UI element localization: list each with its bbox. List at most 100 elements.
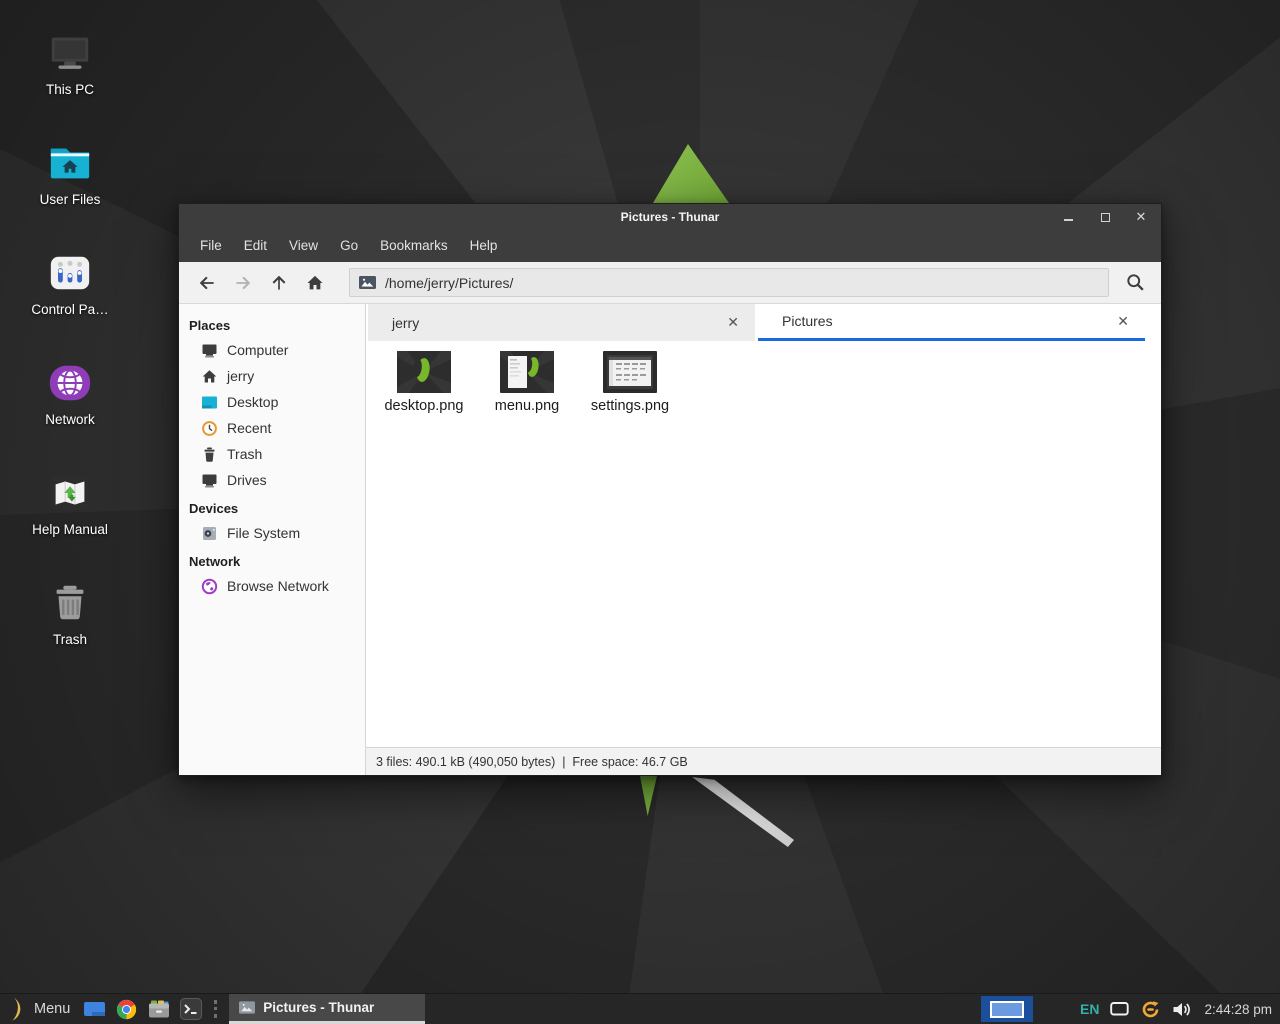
desktop-icon-column: This PC User Files Control Pa… Network H…: [14, 22, 126, 682]
desktop-icon-label: User Files: [40, 192, 101, 207]
image-icon: [239, 1001, 255, 1014]
control-panel-icon: [47, 250, 93, 296]
sidebar-header-places: Places: [189, 318, 365, 333]
sidebar-item-desktop[interactable]: Desktop: [179, 389, 365, 415]
file-manager-icon[interactable]: [147, 998, 171, 1020]
drives-icon: [201, 472, 218, 489]
file-name: menu.png: [477, 398, 577, 414]
menu-view[interactable]: View: [278, 229, 329, 262]
home-button[interactable]: [297, 267, 333, 299]
globe-icon: [201, 578, 218, 595]
desktop-icon-label: This PC: [46, 82, 94, 97]
statusbar: 3 files: 490.1 kB (490,050 bytes) | Free…: [366, 747, 1161, 775]
taskbar-handle[interactable]: [214, 1000, 217, 1018]
help-manual-icon: [47, 470, 93, 516]
menu-bookmarks[interactable]: Bookmarks: [369, 229, 459, 262]
desktop-icon-label: Control Pa…: [31, 302, 108, 317]
menu-go[interactable]: Go: [329, 229, 369, 262]
file-name: desktop.png: [374, 398, 474, 414]
sidebar-item-label: jerry: [227, 368, 254, 384]
path-text: /home/jerry/Pictures/: [385, 275, 513, 291]
back-button[interactable]: [189, 267, 225, 299]
close-button[interactable]: ✕: [1135, 211, 1147, 223]
sidebar-header-devices: Devices: [189, 501, 365, 516]
maximize-button[interactable]: [1099, 211, 1111, 223]
desktop-png-thumbnail: [397, 351, 451, 393]
taskbar-window-label: Pictures - Thunar: [263, 1000, 374, 1015]
desktop-icon-user-files[interactable]: User Files: [14, 132, 126, 242]
file-list: desktop.png menu.png: [366, 341, 1161, 747]
sidebar-item-browse-network[interactable]: Browse Network: [179, 573, 365, 599]
file-settings-png[interactable]: settings.png: [580, 351, 680, 414]
terminal-icon[interactable]: [180, 998, 202, 1020]
minimize-button[interactable]: [1063, 211, 1075, 223]
menu-edit[interactable]: Edit: [233, 229, 278, 262]
tab-jerry[interactable]: jerry ✕: [368, 304, 755, 341]
tab-label: Pictures: [782, 313, 1113, 329]
taskbar: Menu Pictures - Thunar EN: [0, 993, 1280, 1024]
sidebar-header-network: Network: [189, 554, 365, 569]
volume-icon[interactable]: [1172, 1001, 1191, 1018]
menu-png-thumbnail: [500, 351, 554, 393]
status-text: 3 files: 490.1 kB (490,050 bytes) | Free…: [376, 755, 688, 769]
file-menu-png[interactable]: menu.png: [477, 351, 577, 414]
search-icon: [1125, 272, 1146, 293]
menu-button[interactable]: [7, 996, 25, 1022]
sidebar-item-label: Desktop: [227, 394, 278, 410]
chrome-icon[interactable]: [115, 998, 138, 1021]
image-folder-icon: [359, 276, 376, 289]
sidebar-item-jerry[interactable]: jerry: [179, 363, 365, 389]
file-desktop-png[interactable]: desktop.png: [374, 351, 474, 414]
titlebar[interactable]: Pictures - Thunar ✕: [179, 204, 1161, 229]
desktop-icon-label: Help Manual: [32, 522, 108, 537]
menu-help[interactable]: Help: [459, 229, 509, 262]
desktop-icon: [201, 394, 218, 411]
settings-png-thumbnail: [603, 351, 657, 393]
update-manager-icon[interactable]: [1140, 999, 1161, 1020]
sidebar-item-recent[interactable]: Recent: [179, 415, 365, 441]
search-button[interactable]: [1119, 267, 1151, 299]
up-button[interactable]: [261, 267, 297, 299]
tab-close-icon[interactable]: ✕: [1113, 313, 1133, 330]
desktop-icon-control-panel[interactable]: Control Pa…: [14, 242, 126, 352]
file-pane: jerry ✕ Pictures ✕ desktop.png: [366, 304, 1161, 775]
home-icon: [201, 368, 218, 385]
mint-leaf-icon: [7, 996, 25, 1022]
sidebar-item-computer[interactable]: Computer: [179, 337, 365, 363]
computer-icon: [47, 30, 93, 76]
trash-icon: [47, 580, 93, 626]
desktop-icon-network[interactable]: Network: [14, 352, 126, 462]
clock[interactable]: 2:44:28 pm: [1204, 1002, 1272, 1017]
sidebar-item-label: Trash: [227, 446, 262, 462]
workspace-switcher[interactable]: [981, 996, 1033, 1022]
sidebar-item-drives[interactable]: Drives: [179, 467, 365, 493]
tab-label: jerry: [392, 315, 723, 331]
active-workspace[interactable]: [990, 1001, 1024, 1018]
forward-button[interactable]: [225, 267, 261, 299]
tab-pictures[interactable]: Pictures ✕: [758, 304, 1145, 341]
desktop-icon-help-manual[interactable]: Help Manual: [14, 462, 126, 572]
sidebar-item-file-system[interactable]: File System: [179, 520, 365, 546]
tab-close-icon[interactable]: ✕: [723, 314, 743, 331]
window-title: Pictures - Thunar: [621, 210, 720, 224]
keyboard-layout-indicator[interactable]: EN: [1080, 1001, 1099, 1017]
home-folder-icon: [47, 140, 93, 186]
menu-button-label[interactable]: Menu: [34, 1001, 70, 1017]
show-desktop-icon[interactable]: [83, 1000, 106, 1018]
sidebar: Places Computer jerry Desktop: [179, 304, 366, 775]
toolbar: /home/jerry/Pictures/: [179, 262, 1161, 304]
desktop-icon-trash[interactable]: Trash: [14, 572, 126, 682]
sidebar-item-label: File System: [227, 525, 300, 541]
taskbar-window-button[interactable]: Pictures - Thunar: [229, 994, 425, 1024]
file-name: settings.png: [580, 398, 680, 414]
location-bar[interactable]: /home/jerry/Pictures/: [349, 268, 1109, 297]
clock-icon: [201, 420, 218, 437]
menu-file[interactable]: File: [189, 229, 233, 262]
trash-icon: [201, 446, 218, 463]
display-icon[interactable]: [1110, 1001, 1129, 1017]
sidebar-item-label: Recent: [227, 420, 271, 436]
menubar: File Edit View Go Bookmarks Help: [179, 229, 1161, 262]
sidebar-item-trash[interactable]: Trash: [179, 441, 365, 467]
window-controls: ✕: [1063, 204, 1147, 229]
desktop-icon-this-pc[interactable]: This PC: [14, 22, 126, 132]
